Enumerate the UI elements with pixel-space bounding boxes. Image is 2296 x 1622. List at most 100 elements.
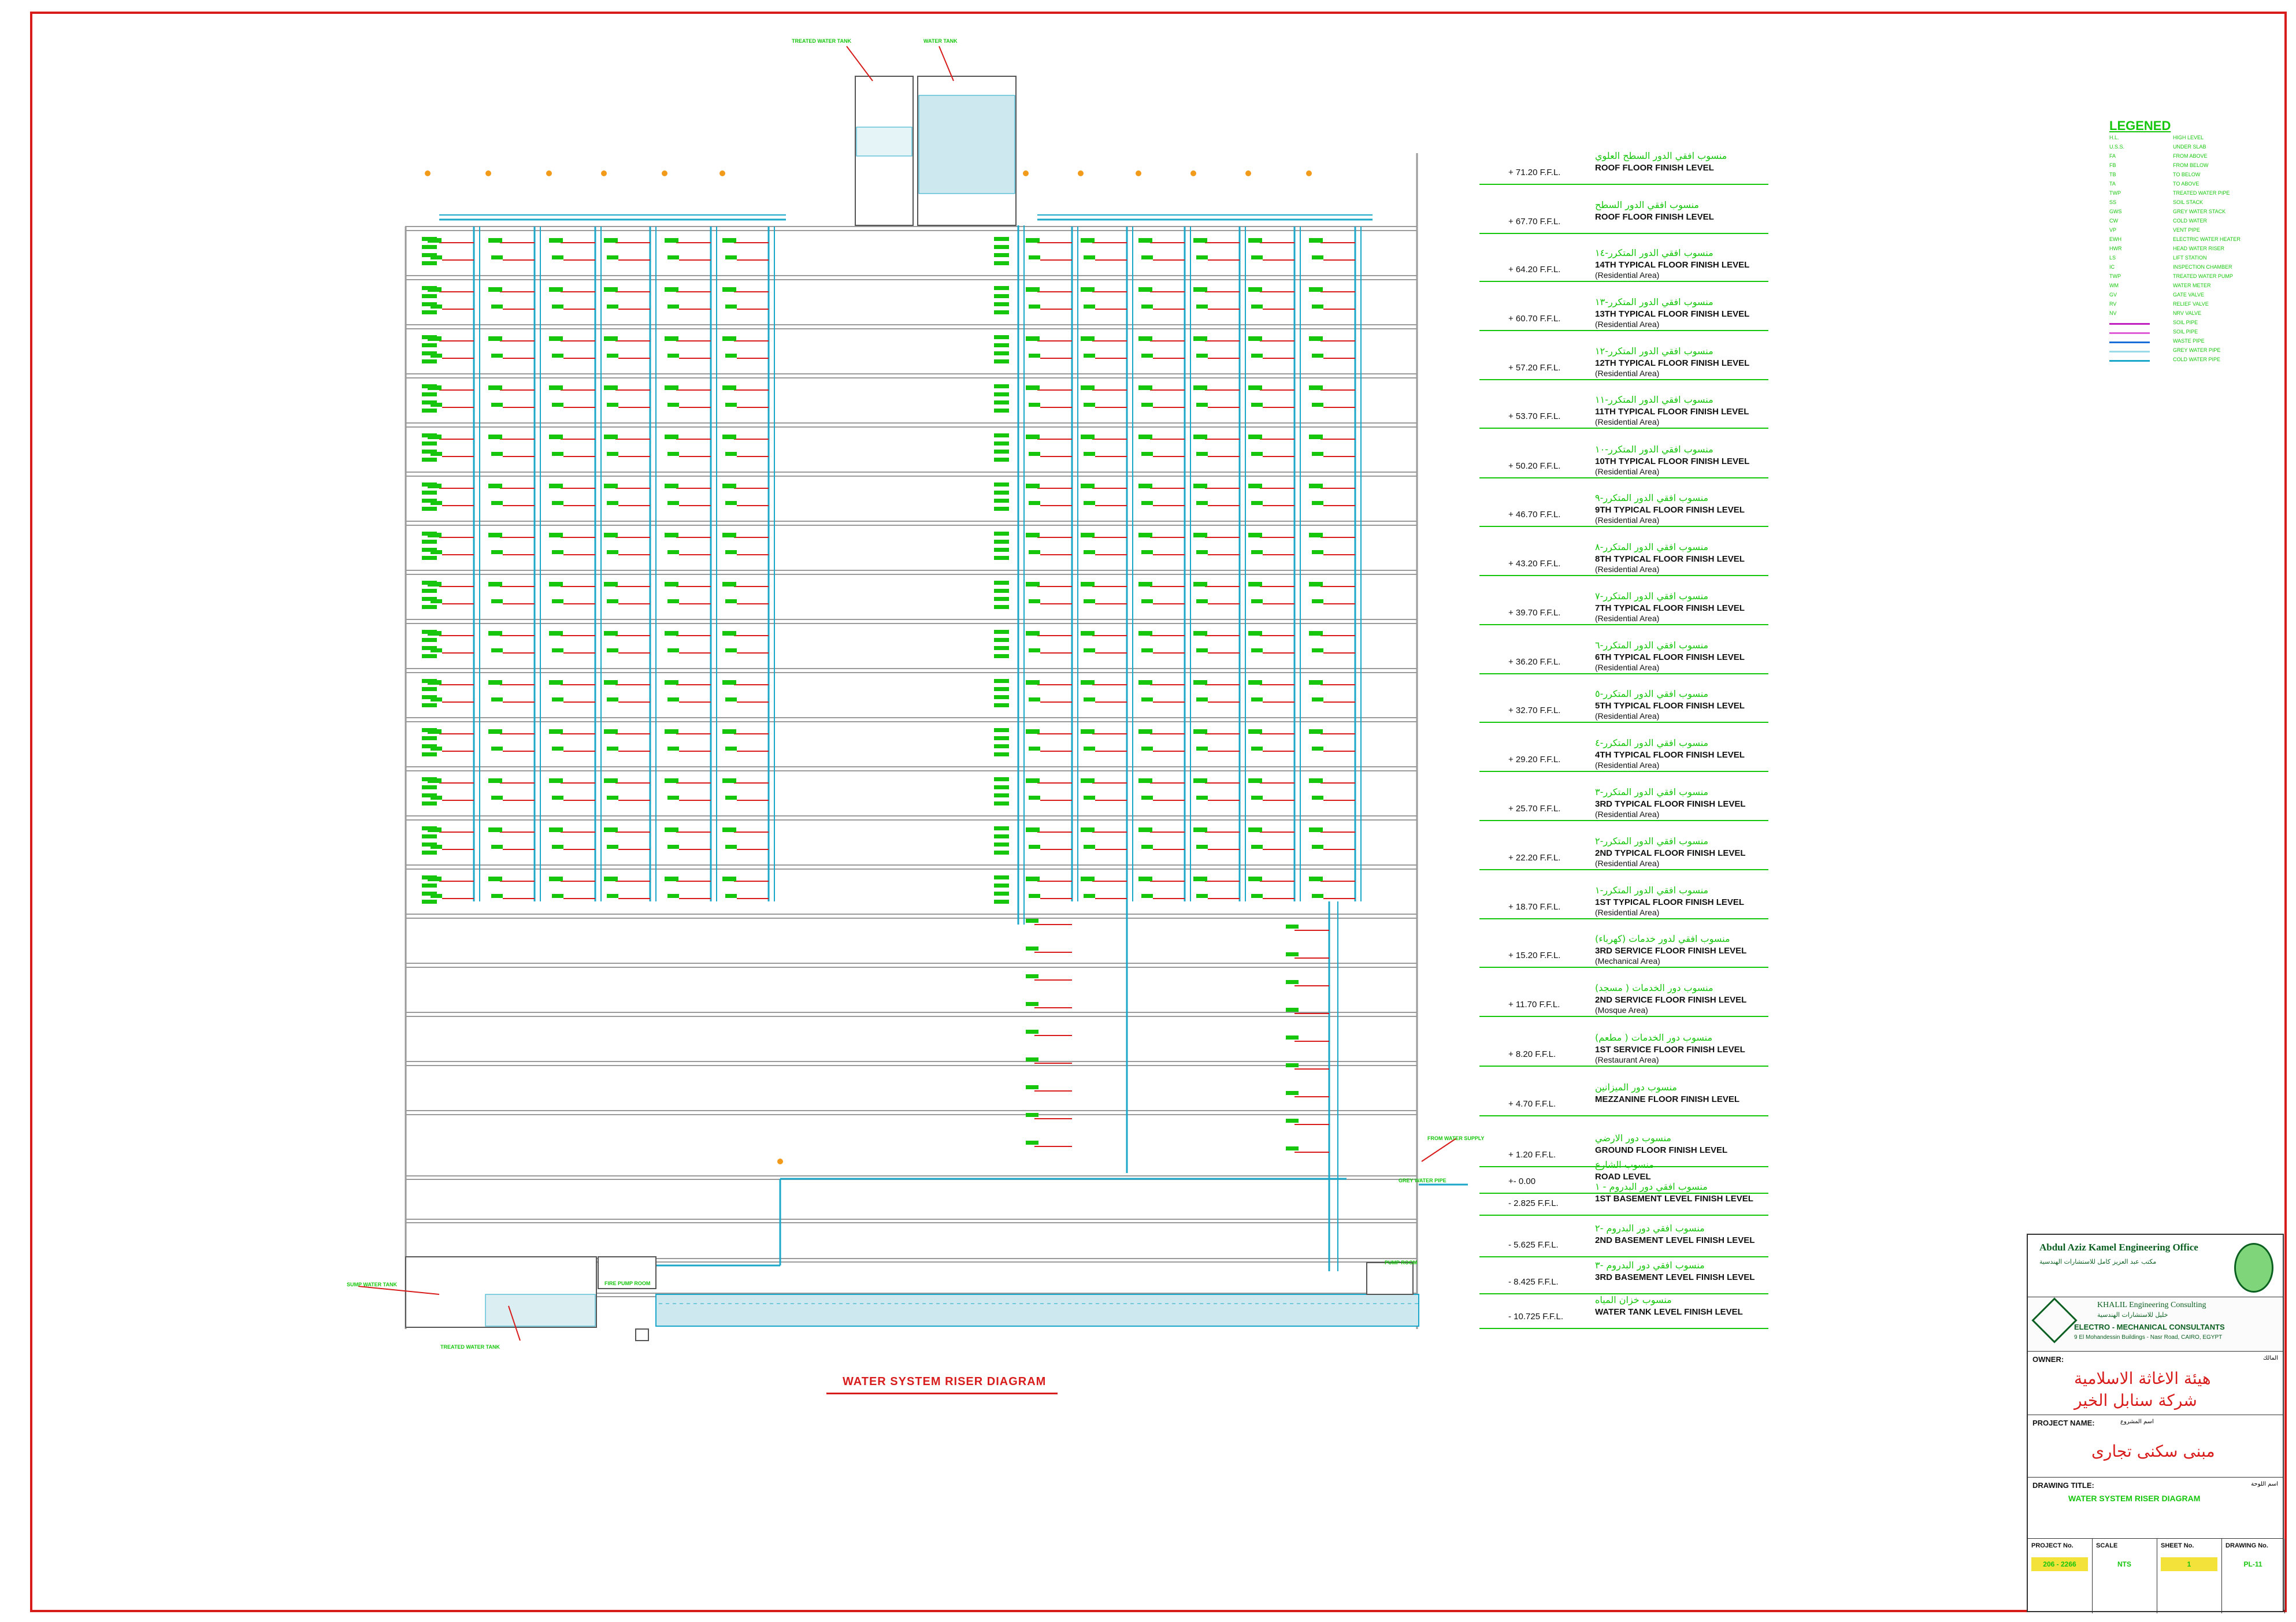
floor-slab-7 [405,570,1418,575]
legend-desc: COLD WATER [2173,218,2208,224]
level-rule [1479,575,1768,576]
left-tag2-3-4 [607,452,618,456]
outer-tag-2-1 [422,343,437,347]
level-elevation: - 2.825 F.F.L. [1508,1198,1559,1208]
right-tag-0-0 [1026,238,1040,243]
consultant-address: 9 El Mohandessin Buildings - Nasr Road, … [2074,1334,2223,1341]
left-tag2-4-3 [667,403,679,407]
right-tag2-0-5 [1029,501,1040,505]
left-tag-3-9 [604,680,618,685]
left-tag-5-8 [722,631,736,636]
left-tag2-1-11 [491,796,503,800]
left-tag-4-9 [665,680,678,685]
left-tag-4-3 [665,385,678,390]
legend-rows: H.L. HIGH LEVEL U.S.S. UNDER SLAB FA FROM ABO… [2109,133,2260,365]
right-tag2-2-11 [1141,796,1153,800]
legend-desc: HIGH LEVEL [2173,135,2204,140]
level-area: (Residential Area) [1595,467,1660,476]
office-cell: Abdul Aziz Kamel Engineering Office مكتب… [2028,1235,2283,1297]
project-name-ar: مبنى سكنى تجارى [2091,1442,2215,1461]
level-label-ar: منسوب افقي دور البدروم -٣ [1595,1260,1705,1271]
left-tag-2-11 [549,778,563,783]
field-0: PROJECT No. 206 - 2266 [2028,1539,2093,1613]
level-label-en: 2ND TYPICAL FLOOR FINISH LEVEL [1595,848,1746,858]
legend-row: U.S.S. UNDER SLAB [2109,143,2260,152]
left-tag-4-2 [665,336,678,341]
inner-tag-6-1 [994,540,1009,544]
pump-room-label: PUMP ROOM [1385,1260,1418,1265]
outer-tag-3-1 [422,392,437,396]
level-rule [1479,184,1768,185]
project-label: PROJECT NAME: [2032,1419,2095,1427]
left-tag-4-11 [665,778,678,783]
left-tag-5-7 [722,582,736,587]
left-tag-1-2 [488,336,502,341]
right-tag-2-0 [1138,238,1152,243]
floor-slab-16 [405,1012,1418,1017]
svc-tag-r-8 [1286,1146,1299,1150]
right-tag-0-4 [1026,435,1040,439]
svc-tag-l-5 [1026,1057,1038,1061]
level-rule [1479,1215,1768,1216]
right-tag-0-7 [1026,582,1040,587]
svc-tag-l-4 [1026,1030,1038,1034]
svc-tag-r-7 [1286,1119,1299,1123]
left-tag2-3-7 [607,599,618,603]
right-tag2-2-9 [1141,697,1153,701]
outer-tag-13-2 [422,892,437,896]
left-tag2-5-12 [725,845,737,849]
right-tag-2-12 [1138,827,1152,832]
level-elevation: + 22.20 F.F.L. [1508,853,1561,863]
level-rule [1479,477,1768,478]
outer-tag-8-2 [422,646,437,650]
level-area: (Residential Area) [1595,270,1660,280]
office-name: Abdul Aziz Kamel Engineering Office [2039,1242,2198,1253]
level-label-ar: منسوب افقي الدور المتكرر-١١ [1595,394,1713,405]
outer-tag-3-3 [422,409,437,413]
floor-slab-17 [405,1061,1418,1066]
floor-slab-12 [405,815,1418,821]
left-tag-2-4 [549,435,563,439]
right-tag2-4-2 [1251,354,1263,358]
outer-tag-13-0 [422,875,437,879]
right-tag-5-5 [1309,484,1323,488]
left-tag2-3-13 [607,894,618,898]
left-tag2-4-13 [667,894,679,898]
outer-tag-8-1 [422,638,437,642]
right-tag2-1-8 [1084,648,1095,652]
consultant-cell: KHALIL Engineering Consulting خليل للاست… [2028,1297,2283,1352]
level-elevation: + 32.70 F.F.L. [1508,706,1561,715]
left-marker-2 [546,170,552,176]
legend-abbr: HWR [2109,246,2122,251]
right-marker-4 [1245,170,1251,176]
left-tag2-2-2 [552,354,563,358]
level-label-en: 9TH TYPICAL FLOOR FINISH LEVEL [1595,505,1745,515]
outer-tag-9-0 [422,679,437,683]
water-tank-label: WATER TANK [923,38,958,44]
level-area: (Residential Area) [1595,810,1660,819]
right-tag-0-8 [1026,631,1040,636]
outer-tag-9-3 [422,703,437,707]
svc-tag-r-0 [1286,925,1299,929]
left-tag-3-12 [604,827,618,832]
inner-tag-4-1 [994,441,1009,446]
level-label-en: 11TH TYPICAL FLOOR FINISH LEVEL [1595,407,1749,417]
water-tank-basement [655,1294,1419,1327]
legend-desc: NRV VALVE [2173,310,2202,316]
floor-slab-8 [405,619,1418,624]
right-tag2-1-6 [1084,550,1095,554]
left-tag2-1-3 [491,403,503,407]
right-tag-5-2 [1309,336,1323,341]
left-tag-3-5 [604,484,618,488]
legend-row: IC INSPECTION CHAMBER [2109,263,2260,272]
right-tag2-5-4 [1312,452,1323,456]
right-tag2-3-3 [1196,403,1208,407]
level-elevation: + 11.70 F.F.L. [1508,1000,1560,1009]
level-rule [1479,771,1768,772]
right-tag2-0-4 [1029,452,1040,456]
left-tag2-3-1 [607,305,618,309]
outer-tag-11-3 [422,801,437,806]
right-tag2-3-13 [1196,894,1208,898]
level-label-ar: منسوب افقي لدور خدمات (كهرباء) [1595,933,1730,944]
level-rule [1479,967,1768,968]
